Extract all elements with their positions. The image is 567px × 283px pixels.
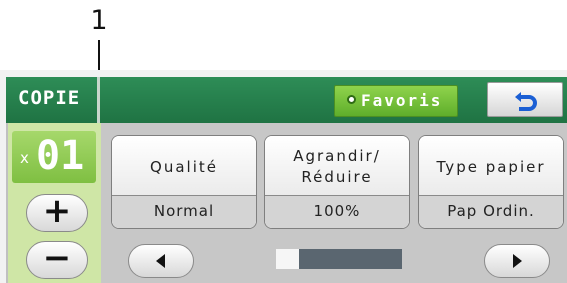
left-triangle-icon: [156, 254, 165, 268]
header-bar: COPIE Favoris: [6, 77, 567, 123]
copy-count-display: x 01: [12, 131, 96, 183]
page-scrollbar[interactable]: [276, 249, 402, 269]
plus-icon: +: [42, 191, 72, 231]
setting-label: Agrandir/ Réduire: [265, 136, 409, 198]
scroll-right-button[interactable]: [484, 244, 550, 278]
count-prefix: x: [20, 149, 29, 167]
right-triangle-icon: [513, 254, 522, 268]
quality-setting-button[interactable]: Qualité Normal: [111, 135, 257, 229]
back-button[interactable]: [487, 82, 563, 117]
copy-screen: COPIE Favoris x 01 + − Qualité Normal Ag…: [0, 70, 567, 283]
return-arrow-icon: [515, 92, 537, 111]
copy-count: 01: [36, 133, 85, 179]
callout-number: 1: [90, 5, 108, 36]
setting-label: Qualité: [112, 136, 256, 198]
page-title: COPIE: [18, 87, 81, 109]
enlarge-reduce-setting-button[interactable]: Agrandir/ Réduire 100%: [264, 135, 410, 229]
scroll-left-button[interactable]: [128, 244, 194, 278]
favorites-label: Favoris: [361, 91, 443, 110]
setting-value: Normal: [112, 195, 256, 228]
settings-area: Qualité Normal Agrandir/ Réduire 100% Ty…: [101, 123, 567, 283]
favorites-button[interactable]: Favoris: [334, 85, 458, 117]
setting-value: Pap Ordin.: [419, 195, 563, 228]
scrollbar-thumb[interactable]: [276, 249, 299, 269]
favorites-dot-icon: [347, 95, 356, 104]
setting-value: 100%: [265, 195, 409, 228]
copies-panel: x 01 + −: [6, 123, 101, 283]
setting-label: Type papier: [419, 136, 563, 198]
minus-icon: −: [42, 238, 72, 278]
header-divider: [97, 77, 100, 123]
paper-type-setting-button[interactable]: Type papier Pap Ordin.: [418, 135, 564, 229]
increase-copies-button[interactable]: +: [26, 194, 88, 232]
decrease-copies-button[interactable]: −: [26, 241, 88, 279]
